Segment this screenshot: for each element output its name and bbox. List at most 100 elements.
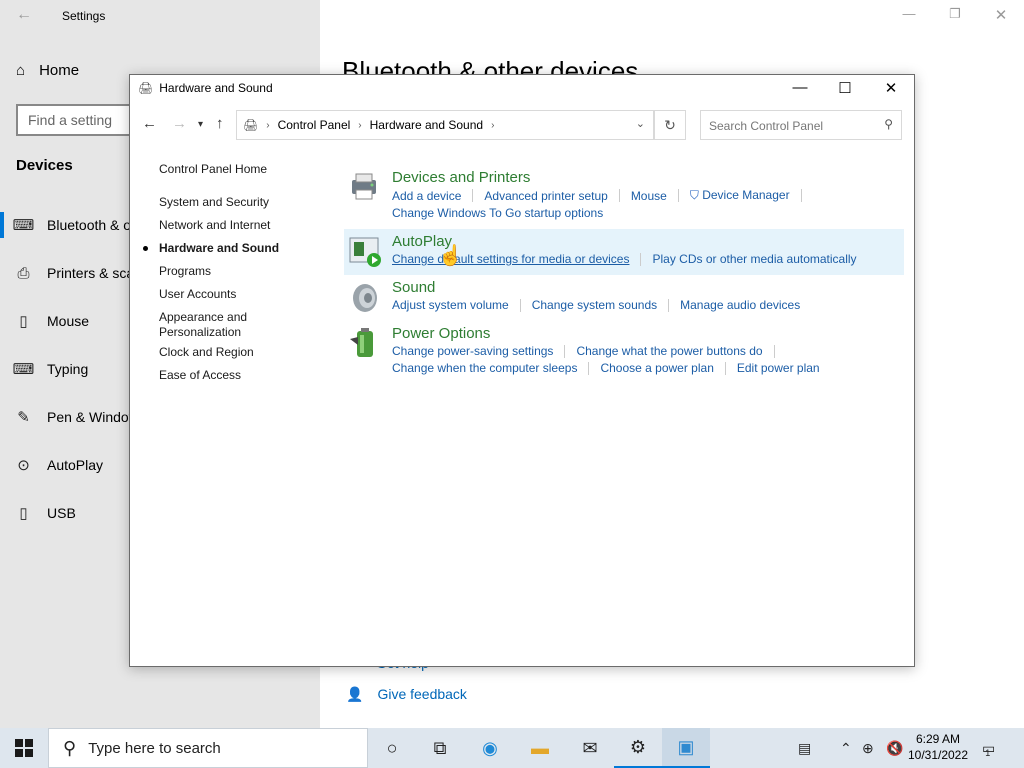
give-feedback-link[interactable]: 👤 Give feedback: [346, 686, 467, 703]
window-title: Hardware and Sound: [159, 81, 273, 95]
change-default-settings-link[interactable]: Change default settings for media or dev…: [392, 252, 629, 266]
nav-programs[interactable]: Programs: [159, 264, 211, 279]
nav-label: Printers & sca: [47, 265, 135, 281]
search-icon: ⚲: [884, 117, 893, 131]
volume-muted-icon[interactable]: 🔇: [886, 728, 903, 768]
power-links-row1: Change power-saving settings Change what…: [392, 344, 775, 358]
file-explorer-icon[interactable]: ▬: [516, 728, 564, 768]
home-icon: ⌂: [16, 62, 26, 79]
back-arrow-icon[interactable]: ←: [142, 115, 157, 132]
minimize-icon[interactable]: —: [886, 6, 932, 21]
home-nav-item[interactable]: ⌂ Home: [16, 62, 79, 79]
search-placeholder: Search Control Panel: [709, 119, 824, 133]
mail-icon[interactable]: ✉: [566, 728, 614, 768]
chevron-up-icon[interactable]: ⌃: [840, 728, 852, 768]
minimize-icon[interactable]: —: [777, 79, 823, 96]
nav-user-accounts[interactable]: User Accounts: [159, 287, 236, 302]
mouse-cursor-icon: ☝: [438, 245, 463, 267]
device-manager-label: Device Manager: [702, 188, 790, 202]
autoplay-icon[interactable]: [348, 234, 382, 268]
choose-power-plan-link[interactable]: Choose a power plan: [600, 361, 713, 375]
nav-label: Bluetooth & o: [47, 217, 132, 233]
nav-personalization[interactable]: Personalization: [159, 325, 241, 340]
sound-title[interactable]: Sound: [392, 279, 435, 296]
breadcrumb-control-panel[interactable]: Control Panel: [278, 118, 351, 132]
up-arrow-icon[interactable]: ↑: [216, 115, 224, 132]
close-icon[interactable]: ✕: [978, 6, 1024, 24]
keyboard-icon: ⌨: [12, 361, 35, 378]
clock[interactable]: 6:29 AM 10/31/2022: [906, 731, 970, 763]
mouse-link[interactable]: Mouse: [631, 189, 667, 203]
nav-hardware-sound[interactable]: Hardware and Sound: [159, 241, 279, 256]
windows-start-icon[interactable]: [0, 728, 48, 768]
printer-icon: ⎙: [17, 264, 30, 282]
divider: [564, 344, 566, 358]
devices-printers-title[interactable]: Devices and Printers: [392, 169, 530, 186]
nav-network-internet[interactable]: Network and Internet: [159, 218, 270, 233]
control-panel-taskbar-icon[interactable]: ▣: [662, 728, 710, 768]
network-icon[interactable]: ⊕: [862, 728, 874, 768]
power-saving-link[interactable]: Change power-saving settings: [392, 344, 553, 358]
notification-icon[interactable]: ▭ 1: [982, 728, 995, 768]
power-buttons-link[interactable]: Change what the power buttons do: [576, 344, 762, 358]
nav-control-panel-home[interactable]: Control Panel Home: [159, 162, 267, 177]
taskbar-search-placeholder: Type here to search: [88, 739, 221, 757]
back-arrow-icon[interactable]: ←: [16, 6, 32, 24]
manage-audio-link[interactable]: Manage audio devices: [680, 298, 800, 312]
play-cds-link[interactable]: Play CDs or other media automatically: [652, 252, 856, 266]
nav-clock-region[interactable]: Clock and Region: [159, 345, 254, 360]
speaker-icon[interactable]: [348, 280, 382, 314]
control-panel-window: 🖨 Hardware and Sound — ☐ ✕ ← → ▾ ↑ 🖨 › C…: [129, 74, 915, 667]
change-sounds-link[interactable]: Change system sounds: [532, 298, 657, 312]
settings-taskbar-icon[interactable]: ⚙: [614, 728, 662, 768]
cortana-icon[interactable]: ○: [368, 728, 416, 768]
tablet-mode-icon[interactable]: ▤: [798, 728, 811, 768]
windows-to-go-link[interactable]: Change Windows To Go startup options: [392, 206, 603, 220]
devices-heading: Devices: [16, 157, 73, 174]
breadcrumb-hardware-sound[interactable]: Hardware and Sound: [370, 118, 483, 132]
nav-label: Mouse: [47, 313, 90, 329]
nav-appearance[interactable]: Appearance and: [159, 310, 247, 325]
nav-system-security[interactable]: System and Security: [159, 195, 269, 210]
nav-label: Typing: [47, 361, 89, 377]
clock-date: 10/31/2022: [907, 748, 969, 762]
printer-icon[interactable]: [348, 170, 382, 204]
advanced-printer-setup-link[interactable]: Advanced printer setup: [484, 189, 607, 203]
feedback-label: Give feedback: [377, 686, 467, 702]
clock-time: 6:29 AM: [915, 732, 961, 746]
taskbar-search-box[interactable]: ⚲ Type here to search: [48, 728, 368, 768]
chevron-right-icon: ›: [266, 119, 270, 131]
power-options-title[interactable]: Power Options: [392, 325, 490, 342]
shield-icon: ⛉: [689, 188, 699, 202]
address-bar[interactable]: 🖨 › Control Panel › Hardware and Sound ›…: [236, 110, 654, 140]
nav-ease-of-access[interactable]: Ease of Access: [159, 368, 241, 383]
divider: [472, 189, 474, 202]
search-control-panel-input[interactable]: Search Control Panel ⚲: [700, 110, 902, 140]
divider: [677, 189, 679, 202]
current-page-bullet: [143, 246, 148, 251]
computer-sleeps-link[interactable]: Change when the computer sleeps: [392, 361, 577, 375]
add-device-link[interactable]: Add a device: [392, 189, 461, 203]
close-icon[interactable]: ✕: [868, 79, 914, 97]
maximize-icon[interactable]: ☐: [822, 79, 868, 97]
edge-icon[interactable]: ◉: [466, 728, 514, 768]
refresh-button[interactable]: ↻: [654, 110, 686, 140]
power-links-row2: Change when the computer sleeps Choose a…: [392, 361, 820, 375]
task-view-icon[interactable]: ⧉: [416, 728, 464, 768]
control-panel-icon: 🖨: [243, 118, 259, 132]
chevron-down-icon[interactable]: ⌄: [636, 117, 645, 130]
adjust-volume-link[interactable]: Adjust system volume: [392, 298, 509, 312]
battery-icon[interactable]: [348, 325, 382, 359]
forward-arrow-icon[interactable]: →: [172, 115, 187, 132]
pen-icon: ✎: [17, 409, 30, 426]
divider: [618, 189, 620, 202]
home-label: Home: [39, 62, 80, 79]
divider: [724, 361, 726, 375]
recent-dropdown-icon[interactable]: ▾: [198, 119, 203, 130]
devices-links-row2: Change Windows To Go startup options: [392, 206, 603, 220]
edit-power-plan-link[interactable]: Edit power plan: [737, 361, 820, 375]
divider: [800, 189, 802, 202]
autoplay-icon: ⊙: [17, 457, 30, 474]
restore-icon[interactable]: ❐: [932, 6, 978, 22]
device-manager-link[interactable]: ⛉ Device Manager: [690, 188, 790, 203]
